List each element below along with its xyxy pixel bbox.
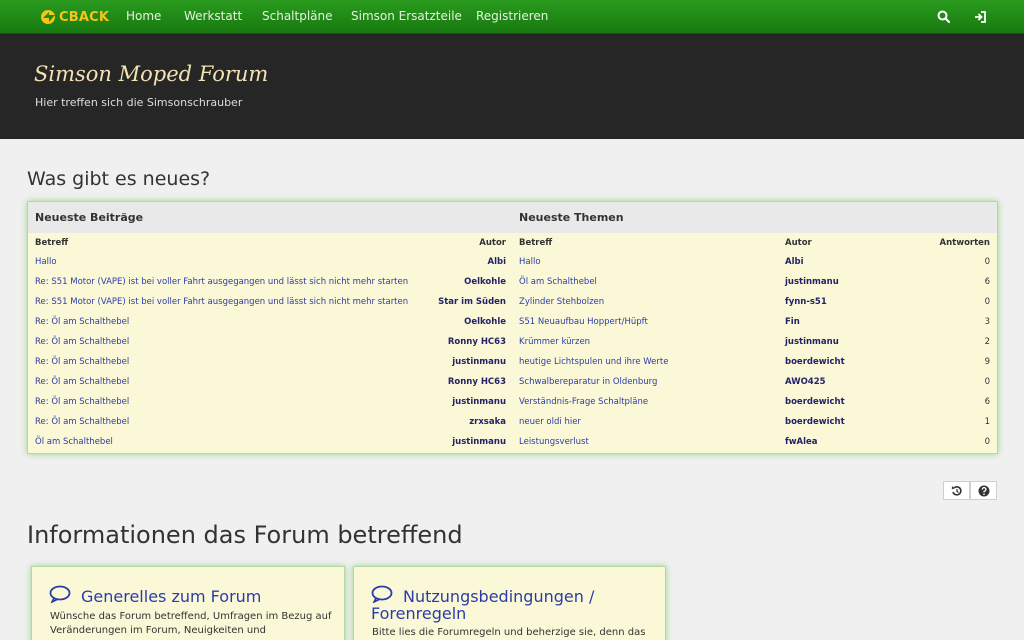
topics-col-subject: Betreff (519, 238, 553, 248)
topic-replies-count: 3 (984, 317, 990, 327)
post-author[interactable]: Albi (488, 257, 507, 267)
topic-subject-link[interactable]: Öl am Schalthebel (519, 277, 597, 287)
nav-schaltplaene[interactable]: Schaltpläne (262, 9, 333, 23)
table-row: Re: Öl am Schalthebel zrxsaka neuer oldi h… (28, 413, 997, 433)
posts-col-subject: Betreff (35, 238, 69, 248)
topic-replies-count: 1 (984, 417, 990, 427)
post-subject-link[interactable]: Re: S51 Motor (VAPE) ist bei voller Fahr… (35, 277, 408, 287)
table-row: Hallo Albi Hallo Albi 0 (28, 253, 997, 273)
topic-replies-count: 6 (984, 277, 990, 287)
post-author[interactable]: Star im Süden (438, 297, 506, 307)
posts-col-author: Autor (479, 238, 506, 248)
nav-simson-ersatzteile[interactable]: Simson Ersatzteile (351, 9, 462, 23)
forum-card-rules[interactable]: Nutzungsbedingungen / Forenregeln Bitte … (353, 566, 666, 640)
topic-subject-link[interactable]: Krümmer kürzen (519, 337, 590, 347)
topic-subject-link[interactable]: Schwalbereparatur in Oldenburg (519, 377, 657, 387)
forum-card-title[interactable]: Generelles zum Forum (81, 588, 261, 605)
site-subtitle: Hier treffen sich die Simsonschrauber (35, 96, 243, 109)
topic-author[interactable]: justinmanu (785, 337, 839, 347)
post-author[interactable]: justinmanu (452, 357, 506, 367)
info-heading: Informationen das Forum betreffend (27, 521, 463, 549)
table-row: Öl am Schalthebel justinmanu Leistungsverl… (28, 433, 997, 453)
post-author[interactable]: zrxsaka (469, 417, 506, 427)
topic-subject-link[interactable]: Verständnis-Frage Schaltpläne (519, 397, 648, 407)
topic-author[interactable]: fynn-s51 (785, 297, 827, 307)
speech-bubble-icon (371, 585, 393, 603)
topic-subject-link[interactable]: Zylinder Stehbolzen (519, 297, 604, 307)
topics-col-replies: Antworten (939, 238, 990, 248)
forum-card-desc-line-2: Veränderungen im Forum, Neuigkeiten und (50, 625, 266, 636)
topic-subject-link[interactable]: Hallo (519, 257, 541, 267)
latest-posts-title: Neueste Beiträge (35, 211, 144, 224)
latest-topics-title: Neueste Themen (519, 211, 624, 224)
table-row: Re: Öl am Schalthebel Ronny HC63 Schwalber… (28, 373, 997, 393)
post-subject-link[interactable]: Re: S51 Motor (VAPE) ist bei voller Fahr… (35, 297, 408, 307)
site-header: Simson Moped Forum Hier treffen sich die… (0, 34, 1024, 139)
forum-card-desc-line-1: Wünsche das Forum betreffend, Umfragen i… (50, 611, 332, 622)
refresh-icon (951, 485, 962, 496)
topic-author[interactable]: boerdewicht (785, 397, 845, 407)
site-title: Simson Moped Forum (34, 62, 269, 86)
post-subject-link[interactable]: Re: Öl am Schalthebel (35, 377, 129, 387)
post-subject-link[interactable]: Öl am Schalthebel (35, 437, 113, 447)
post-author[interactable]: Oelkohle (464, 317, 506, 327)
nav-werkstatt[interactable]: Werkstatt (184, 9, 242, 23)
topic-subject-link[interactable]: Leistungsverlust (519, 437, 589, 447)
post-author[interactable]: Oelkohle (464, 277, 506, 287)
help-icon (978, 485, 989, 496)
topic-replies-count: 6 (984, 397, 990, 407)
topic-author[interactable]: AWO425 (785, 377, 826, 387)
topic-replies-count: 0 (984, 437, 990, 447)
post-author[interactable]: Ronny HC63 (448, 377, 506, 387)
forum-card-title-line-2[interactable]: Forenregeln (371, 605, 466, 622)
login-icon[interactable] (972, 9, 988, 25)
post-subject-link[interactable]: Re: Öl am Schalthebel (35, 337, 129, 347)
topic-author[interactable]: Fin (785, 317, 800, 327)
topic-replies-count: 0 (984, 257, 990, 267)
topics-col-author: Autor (785, 238, 812, 248)
news-heading: Was gibt es neues? (27, 168, 211, 190)
topic-author[interactable]: Albi (785, 257, 804, 267)
topic-replies-count: 0 (984, 377, 990, 387)
nav-home[interactable]: Home (126, 9, 161, 23)
brand-logo-icon (41, 10, 55, 24)
speech-bubble-icon (49, 585, 71, 603)
post-author[interactable]: justinmanu (452, 437, 506, 447)
post-subject-link[interactable]: Hallo (35, 257, 57, 267)
forum-card-title-line-1[interactable]: Nutzungsbedingungen / (403, 588, 594, 605)
search-icon[interactable] (936, 9, 952, 25)
brand-name: CBACK (59, 9, 110, 25)
topic-author[interactable]: justinmanu (785, 277, 839, 287)
top-navbar: CBACK Home Werkstatt Schaltpläne Simson … (0, 0, 1024, 34)
topic-author[interactable]: boerdewicht (785, 357, 845, 367)
topic-replies-count: 9 (984, 357, 990, 367)
table-row: Re: Öl am Schalthebel Ronny HC63 Krümmer k… (28, 333, 997, 353)
post-author[interactable]: Ronny HC63 (448, 337, 506, 347)
refresh-button[interactable] (943, 481, 970, 500)
table-row: Re: Öl am Schalthebel justinmanu heutige L… (28, 353, 997, 373)
topic-author[interactable]: fwAlea (785, 437, 818, 447)
post-subject-link[interactable]: Re: Öl am Schalthebel (35, 417, 129, 427)
brand-logo[interactable]: CBACK (40, 8, 109, 26)
topic-subject-link[interactable]: heutige Lichtspulen und ihre Werte (519, 357, 668, 367)
forum-card-desc-line-1: Bitte lies die Forumregeln und beherzige… (372, 627, 646, 638)
topic-replies-count: 2 (984, 337, 990, 347)
topic-author[interactable]: boerdewicht (785, 417, 845, 427)
post-subject-link[interactable]: Re: Öl am Schalthebel (35, 357, 129, 367)
table-row: Re: Öl am Schalthebel justinmanu Verständn… (28, 393, 997, 413)
post-subject-link[interactable]: Re: Öl am Schalthebel (35, 397, 129, 407)
table-row: Re: S51 Motor (VAPE) ist bei voller Fahr… (28, 273, 997, 293)
post-subject-link[interactable]: Re: Öl am Schalthebel (35, 317, 129, 327)
table-row: Re: Öl am Schalthebel Oelkohle S51 Neuaufb… (28, 313, 997, 333)
help-button[interactable] (970, 481, 997, 500)
nav-registrieren[interactable]: Registrieren (476, 9, 548, 23)
forum-card-general[interactable]: Generelles zum Forum Wünsche das Forum b… (31, 566, 345, 640)
post-author[interactable]: justinmanu (452, 397, 506, 407)
topic-replies-count: 0 (984, 297, 990, 307)
news-panel-header (28, 202, 997, 233)
topic-subject-link[interactable]: neuer oldi hier (519, 417, 581, 427)
news-panel: Neueste Beiträge Neueste Themen Betreff … (27, 201, 998, 454)
table-row: Re: S51 Motor (VAPE) ist bei voller Fahr… (28, 293, 997, 313)
topic-subject-link[interactable]: S51 Neuaufbau Hoppert/Hüpft (519, 317, 648, 327)
